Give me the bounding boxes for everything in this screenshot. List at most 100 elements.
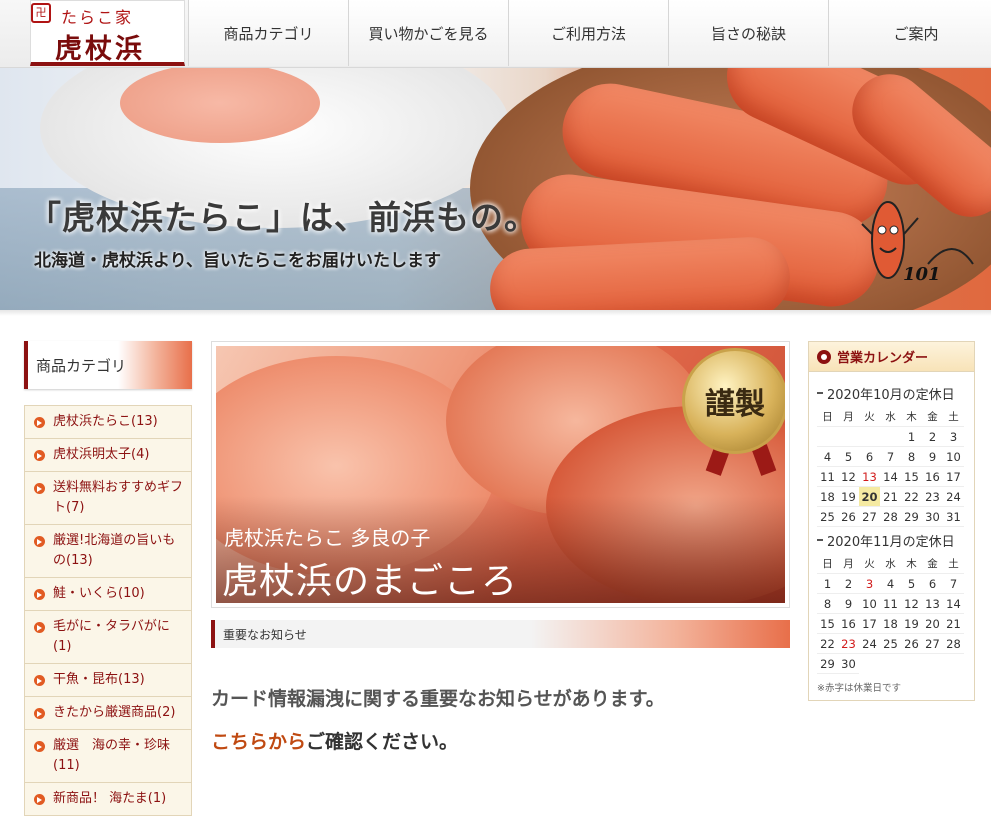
calendar-month-title: 2020年11月の定休日 (817, 531, 968, 550)
calendar-day: 25 (817, 507, 838, 527)
calendar-day: 18 (880, 614, 901, 634)
logo-small-text: たらこ家 (61, 8, 134, 27)
calendar-day: 6 (859, 447, 880, 467)
hero-divider (0, 310, 991, 316)
nav-item-secret[interactable]: 旨さの秘訣 (668, 0, 828, 66)
calendar-day: 22 (901, 487, 922, 507)
calendar-weekday: 火 (859, 554, 880, 574)
category-item-kitakara[interactable]: きたから厳選商品(2) (25, 696, 191, 729)
calendar-day: 5 (838, 447, 859, 467)
calendar-day: 15 (817, 614, 838, 634)
category-item-seafood[interactable]: 厳選 海の幸・珍味(11) (25, 729, 191, 782)
category-item-tarako[interactable]: 虎杖浜たらこ(13) (25, 405, 191, 438)
calendar-day: 17 (859, 614, 880, 634)
calendar-weekday: 月 (838, 407, 859, 427)
calendar-day: 19 (901, 614, 922, 634)
calendar-day: 20 (859, 487, 880, 507)
calendar-day: 23 (838, 634, 859, 654)
calendar-day: 23 (922, 487, 943, 507)
category-item-mentaiko[interactable]: 虎杖浜明太子(4) (25, 438, 191, 471)
calendar-day: 12 (901, 594, 922, 614)
hero-title: 「虎杖浜たらこ」は、前浜もの。 (28, 198, 538, 237)
mascot-icon: 101 (858, 194, 978, 286)
calendar-day: 7 (880, 447, 901, 467)
category-list: 虎杖浜たらこ(13) 虎杖浜明太子(4) 送料無料おすすめギフト(7) 厳選!北… (24, 405, 192, 816)
category-item-dried[interactable]: 干魚・昆布(13) (25, 663, 191, 696)
calendar-day: 19 (838, 487, 859, 507)
calendar-bullet-icon (817, 349, 831, 364)
notice-link[interactable]: こちらから (211, 731, 306, 753)
calendar-day: 28 (943, 634, 964, 654)
calendar-empty-cell (838, 427, 859, 447)
nav-item-info[interactable]: ご案内 (828, 0, 991, 66)
category-item-gift[interactable]: 送料無料おすすめギフト(7) (25, 471, 191, 524)
calendar-day: 24 (943, 487, 964, 507)
calendar-day: 9 (838, 594, 859, 614)
calendar-weekday: 木 (901, 554, 922, 574)
calendar-day: 30 (922, 507, 943, 527)
calendar-empty-cell (817, 427, 838, 447)
calendar-day: 13 (859, 467, 880, 487)
calendar-day: 28 (880, 507, 901, 527)
calendar-day: 20 (922, 614, 943, 634)
calendar-day: 21 (943, 614, 964, 634)
calendar-day: 24 (859, 634, 880, 654)
calendar-day: 16 (922, 467, 943, 487)
logo-main-text: 虎杖浜 (55, 34, 145, 65)
calendar-grid: 日月火水木金土 1 2 3 4 5 6 7 8 9 10 11 12 13 14 15 16 17 18 19 20 21… (817, 554, 968, 674)
nav-item-cart[interactable]: 買い物かごを見る (348, 0, 508, 66)
calendar-day: 4 (880, 574, 901, 594)
calendar-day: 14 (943, 594, 964, 614)
category-item-crab[interactable]: 毛がに・タラバがに(1) (25, 610, 191, 663)
feature-image: 虎杖浜たらこ 多良の子 虎杖浜のまごころ 謹製 (216, 346, 785, 603)
calendar-day: 2 (922, 427, 943, 447)
calendar-day: 26 (901, 634, 922, 654)
medal-badge: 謹製 (682, 348, 785, 454)
calendar-day: 6 (922, 574, 943, 594)
calendar-day: 27 (922, 634, 943, 654)
calendar-day: 3 (943, 427, 964, 447)
calendar-weekday: 土 (943, 407, 964, 427)
notice-text: カード情報漏洩に関する重要なお知らせがあります。 (211, 688, 665, 710)
category-item-hokkaido[interactable]: 厳選!北海道の旨いもの(13) (25, 524, 191, 577)
nav-item-category[interactable]: 商品カテゴリ (188, 0, 348, 66)
calendar-body: 2020年10月の定休日日月火水木金土 1 2 3 4 5 6 7 8 9 10 11 12 13 14 15… (809, 372, 974, 700)
calendar-day: 12 (838, 467, 859, 487)
calendar-day: 15 (901, 467, 922, 487)
notice-heading: 重要なお知らせ (211, 620, 790, 648)
site-logo[interactable]: 卍 たらこ家 虎杖浜 (30, 0, 185, 66)
calendar-day: 29 (817, 654, 838, 674)
calendar-weekday: 水 (880, 554, 901, 574)
calendar-day: 22 (817, 634, 838, 654)
calendar-weekday: 日 (817, 407, 838, 427)
category-item-salmon[interactable]: 鮭・いくら(10) (25, 577, 191, 610)
calendar-day: 26 (838, 507, 859, 527)
logo-mark-icon: 卍 (31, 3, 51, 23)
notice-confirm-text: ご確認ください。 (306, 731, 459, 753)
notice-confirm: こちらからご確認ください。 (211, 727, 458, 754)
calendar-day: 16 (838, 614, 859, 634)
feature-banner[interactable]: 虎杖浜たらこ 多良の子 虎杖浜のまごころ 謹製 (211, 341, 790, 608)
calendar-month-title: 2020年10月の定休日 (817, 384, 968, 403)
nav-item-guide[interactable]: ご利用方法 (508, 0, 668, 66)
calendar-grid: 日月火水木金土 1 2 3 4 5 6 7 8 9 10 11 12 13 14 15 16 17 18 19 20 21… (817, 407, 968, 527)
calendar-weekday: 木 (901, 407, 922, 427)
calendar-weekday: 金 (922, 407, 943, 427)
calendar-day: 8 (817, 594, 838, 614)
hero-subtitle: 北海道・虎杖浜より、旨いたらこをお届けいたします (34, 251, 441, 271)
business-calendar: 営業カレンダー 2020年10月の定休日日月火水木金土 1 2 3 4 5 6 7 8 9 10 11… (808, 341, 975, 701)
calendar-weekday: 日 (817, 554, 838, 574)
category-sidebar: 商品カテゴリ 虎杖浜たらこ(13) 虎杖浜明太子(4) 送料無料おすすめギフト(… (24, 341, 192, 816)
calendar-day: 14 (880, 467, 901, 487)
calendar-day: 8 (901, 447, 922, 467)
mascot-badge-text: 101 (903, 264, 941, 285)
calendar-day: 27 (859, 507, 880, 527)
calendar-day: 1 (817, 574, 838, 594)
calendar-day: 21 (880, 487, 901, 507)
main-nav: 商品カテゴリ 買い物かごを見る ご利用方法 旨さの秘訣 ご案内 (188, 0, 991, 66)
category-item-new[interactable]: 新商品！ 海たま(1) (25, 782, 191, 815)
feature-line1: 虎杖浜たらこ 多良の子 (224, 526, 431, 550)
sidebar-heading: 商品カテゴリ (24, 341, 192, 389)
calendar-heading: 営業カレンダー (809, 342, 974, 372)
calendar-weekday: 火 (859, 407, 880, 427)
